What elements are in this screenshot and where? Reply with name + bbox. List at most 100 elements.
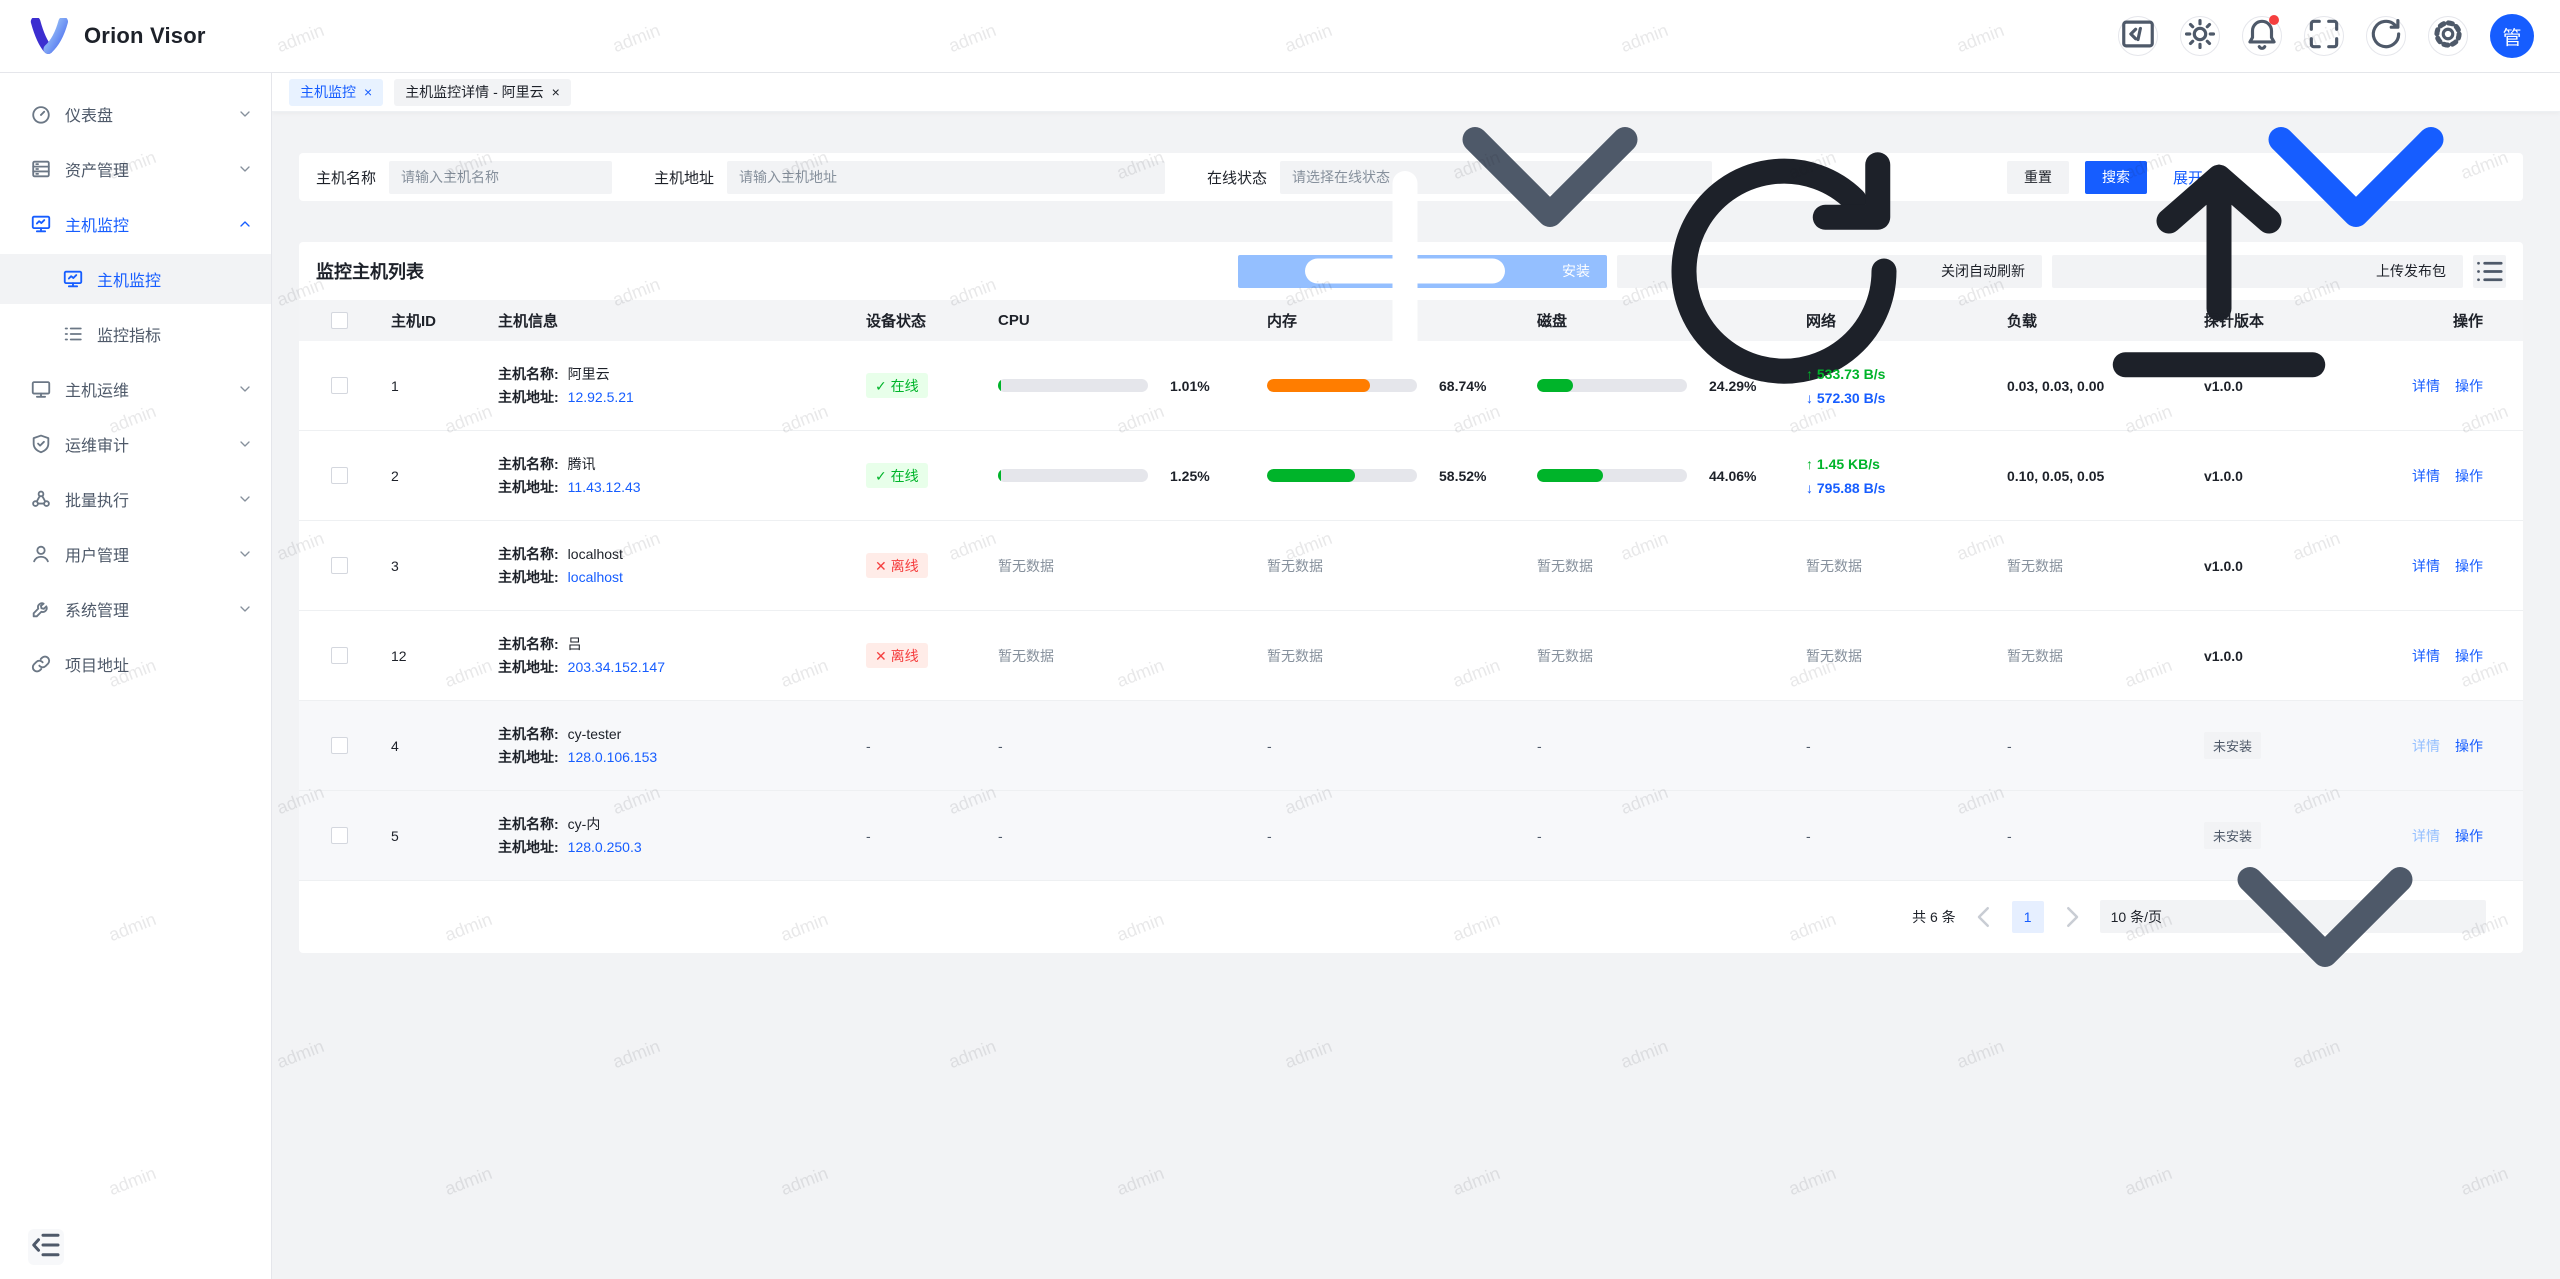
notification-dot (2269, 15, 2279, 25)
load-cell: - (1995, 738, 2192, 754)
host-address-link[interactable]: 128.0.250.3 (568, 839, 642, 855)
sidebar-item-host-ops[interactable]: 主机运维 (0, 364, 271, 414)
action-link[interactable]: 操作 (2455, 736, 2483, 756)
collapse-sidebar-button[interactable] (28, 1229, 64, 1265)
tab-close-icon[interactable]: × (364, 84, 372, 100)
sidebar-item-project-url[interactable]: 项目地址 (0, 639, 271, 689)
auto-refresh-button[interactable]: 关闭自动刷新 (1617, 255, 2042, 288)
row-checkbox-cell (299, 557, 379, 574)
dash-text: - (866, 828, 871, 844)
host-name-input[interactable] (389, 161, 612, 194)
action-link[interactable]: 操作 (2455, 556, 2483, 576)
progress-bar (998, 379, 1148, 392)
tab-0[interactable]: 主机监控× (289, 79, 383, 106)
host-address-label: 主机地址: (498, 389, 559, 405)
detail-link[interactable]: 详情 (2412, 556, 2440, 576)
load-cell: - (1995, 828, 2192, 844)
host-address-label: 主机地址: (498, 839, 559, 855)
row-checkbox[interactable] (331, 377, 348, 394)
select-all-checkbox[interactable] (331, 312, 348, 329)
header-checkbox-cell (299, 312, 379, 329)
prev-page-button[interactable] (1969, 902, 1999, 932)
tab-1[interactable]: 主机监控详情 - 阿里云× (394, 79, 571, 106)
host-name-value: 吕 (568, 636, 582, 652)
host-name-value: 阿里云 (568, 366, 610, 382)
sidebar-item-system-mgmt[interactable]: 系统管理 (0, 584, 271, 634)
detail-link[interactable]: 详情 (2412, 646, 2440, 666)
install-button[interactable]: 安装 (1238, 255, 1607, 288)
no-data-text: 暂无数据 (1267, 648, 1323, 664)
settings-button[interactable] (2428, 16, 2468, 56)
sidebar-item-label: 主机监控 (65, 212, 237, 236)
theme-toggle-button[interactable] (2180, 16, 2220, 56)
percent-value: 68.74% (1439, 378, 1486, 394)
actions-cell: 详情操作 (2406, 376, 2523, 396)
sidebar-item-ops-audit[interactable]: 运维审计 (0, 419, 271, 469)
status-badge-offline: ✕ 离线 (866, 553, 928, 578)
action-link[interactable]: 操作 (2455, 646, 2483, 666)
row-checkbox[interactable] (331, 557, 348, 574)
action-link[interactable]: 操作 (2455, 466, 2483, 486)
page-size-select[interactable]: 10 条/页 (2100, 900, 2486, 933)
metric: 24.29% (1537, 378, 1794, 394)
row-checkbox[interactable] (331, 647, 348, 664)
host-address-link[interactable]: 128.0.106.153 (568, 749, 658, 765)
action-link[interactable]: 操作 (2455, 376, 2483, 396)
dash-text: - (1267, 828, 1272, 844)
host-address-link[interactable]: 11.43.12.43 (568, 479, 641, 495)
host-address-line: 主机地址: 12.92.5.21 (498, 386, 854, 409)
dash-text: - (866, 738, 871, 754)
host-address-link[interactable]: 12.92.5.21 (568, 389, 634, 405)
column-header-0: 主机ID (379, 310, 486, 331)
reset-button[interactable]: 重置 (2007, 161, 2069, 194)
metric: 1.25% (998, 468, 1255, 484)
sidebar-item-user-mgmt[interactable]: 用户管理 (0, 529, 271, 579)
download-rate: ↓ 795.88 B/s (1806, 476, 1995, 500)
device-status-cell: - (854, 828, 986, 844)
host-id-cell: 5 (379, 828, 486, 844)
tab-close-icon[interactable]: × (552, 84, 560, 100)
row-checkbox[interactable] (331, 467, 348, 484)
host-id-cell: 12 (379, 648, 486, 664)
column-header-2: 设备状态 (854, 310, 986, 331)
fullscreen-button[interactable] (2304, 16, 2344, 56)
load-cell: 暂无数据 (1995, 646, 2192, 666)
host-name-line: 主机名称:阿里云 (498, 363, 854, 386)
row-checkbox[interactable] (331, 737, 348, 754)
notifications-button[interactable] (2242, 16, 2282, 56)
page-number-1[interactable]: 1 (2012, 901, 2044, 933)
sidebar-item-batch-exec[interactable]: 批量执行 (0, 474, 271, 524)
upload-package-button[interactable]: 上传发布包 (2052, 255, 2463, 288)
sidebar-item-label: 监控指标 (97, 322, 253, 346)
dashboard-icon (30, 103, 52, 125)
sidebar-item-dashboard[interactable]: 仪表盘 (0, 89, 271, 139)
detail-link[interactable]: 详情 (2412, 376, 2440, 396)
api-code-button[interactable] (2118, 16, 2158, 56)
row-checkbox-cell (299, 467, 379, 484)
value-text: v1.0.0 (2204, 648, 2243, 664)
sidebar-item-host-monitor[interactable]: 主机监控 (0, 199, 271, 249)
sidebar-item-host-monitor-sub[interactable]: 主机监控 (0, 254, 271, 304)
dash-text: - (1267, 738, 1272, 754)
column-header-4: 内存 (1255, 310, 1525, 331)
sidebar-item-monitor-metrics[interactable]: 监控指标 (0, 309, 271, 359)
refresh-button[interactable] (2366, 16, 2406, 56)
cpu-cell: - (986, 828, 1255, 844)
agent-version-cell: v1.0.0 (2192, 378, 2406, 394)
no-data-text: 暂无数据 (1806, 558, 1862, 574)
host-name-value: cy-内 (568, 816, 601, 832)
detail-link[interactable]: 详情 (2412, 466, 2440, 486)
status-badge-offline: ✕ 离线 (866, 643, 928, 668)
host-address-input[interactable] (727, 161, 1165, 194)
row-checkbox[interactable] (331, 827, 348, 844)
next-page-button[interactable] (2057, 902, 2087, 932)
host-id-cell: 2 (379, 468, 486, 484)
host-info-cell: 主机名称:cy-tester主机地址:128.0.106.153 (486, 723, 854, 769)
column-settings-button[interactable] (2473, 255, 2506, 288)
sidebar-item-assets[interactable]: 资产管理 (0, 144, 271, 194)
cpu-cell: - (986, 738, 1255, 754)
status-badge-online: ✓ 在线 (866, 373, 928, 398)
user-avatar[interactable]: 管 (2490, 14, 2534, 58)
host-address-link[interactable]: 203.34.152.147 (568, 659, 665, 675)
host-address-link[interactable]: localhost (568, 569, 623, 585)
